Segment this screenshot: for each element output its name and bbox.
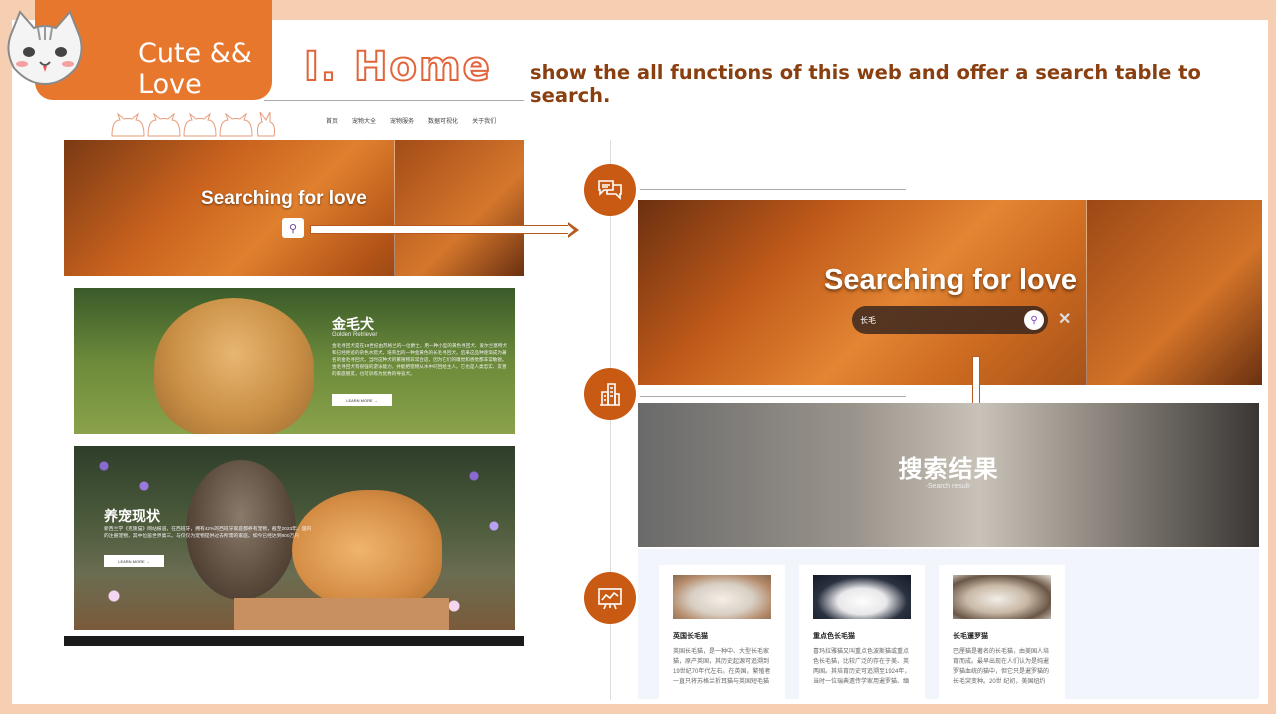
dog-image — [154, 298, 314, 434]
close-icon[interactable]: ✕ — [1058, 309, 1071, 329]
result-card[interactable]: 长毛暹罗猫 巴厘猫是著名的长毛猫，由美国人培育而成。最早出现在人们认为是纯暹罗猫… — [939, 565, 1065, 701]
search-hero-image-right — [1086, 200, 1262, 385]
search-input-value: 长毛 — [860, 316, 876, 325]
section-subtitle: show the all functions of this web and o… — [530, 61, 1201, 107]
pet-status-description: 新西兰学《克隆猫》网站报道，在西班牙，拥有42%的西班牙家庭都养有宠物，截至20… — [104, 527, 312, 539]
nav-item-home[interactable]: 首页 — [326, 116, 338, 125]
search-hero: Searching for love 长毛 ⚲ ✕ — [638, 200, 1262, 385]
divider-top — [640, 189, 906, 190]
dog-learn-more-button[interactable]: LEARN MORE → — [332, 394, 392, 406]
dog-card-subtitle: Golden Retriever — [332, 332, 378, 338]
buildings-icon — [584, 368, 636, 420]
search-submit-icon[interactable]: ⚲ — [1024, 310, 1044, 330]
nav-item-visualization[interactable]: 数据可视化 — [428, 116, 458, 125]
arrow-down-icon — [972, 356, 980, 408]
chart-board-icon — [584, 572, 636, 624]
badge-text: Cute && Love — [138, 38, 252, 100]
crate-image — [234, 598, 449, 630]
nav-item-about[interactable]: 关于我们 — [472, 116, 496, 125]
search-icon: ⚲ — [288, 222, 298, 235]
result-name: 重点色长毛猫 — [813, 633, 855, 640]
dog-card-description: 金毛寻回犬是在19世纪由苏格兰的一位爵士，用一种小型的黄色寻回犬、爱尔兰塞特犬和… — [332, 343, 508, 376]
arrow-head-inner — [568, 225, 574, 235]
result-description: 喜玛拉雅猫又叫重点色波斯猫或重点色长毛猫，比较广泛的存在于美、英两国。其培育历史… — [813, 649, 911, 685]
result-card[interactable]: 英国长毛猫 英国长毛猫，是一种中、大型长毛家猫，原产英国，其历史起源可追溯到19… — [659, 565, 785, 701]
search-input[interactable]: 长毛 ⚲ — [852, 306, 1048, 334]
footer-bar — [64, 636, 524, 646]
bunny-image — [292, 490, 442, 610]
pet-status-title: 养宠现状 — [104, 508, 160, 524]
result-image — [673, 575, 771, 619]
result-description: 英国长毛猫，是一种中、大型长毛家猫，原产英国，其历史起源可追溯到19世纪70年代… — [673, 649, 771, 685]
nav-divider — [264, 100, 524, 101]
search-hero-text: Searching for love — [824, 264, 1078, 296]
result-image — [953, 575, 1051, 619]
chat-icon — [584, 164, 636, 216]
pet-status-card: 养宠现状 新西兰学《克隆猫》网站报道，在西班牙，拥有42%的西班牙家庭都养有宠物… — [74, 446, 515, 630]
result-banner: 搜索结果 -Search result- — [638, 403, 1259, 547]
nav-item-pets[interactable]: 宠物大全 — [352, 116, 376, 125]
hero-text: Searching for love — [201, 188, 367, 209]
results-list: 英国长毛猫 英国长毛猫，是一种中、大型长毛家猫，原产英国，其历史起源可追溯到19… — [638, 549, 1259, 701]
result-name: 英国长毛猫 — [673, 633, 708, 640]
pet-status-learn-more-button[interactable]: LEARN MORE → — [104, 555, 164, 567]
result-subtitle: -Search result- — [925, 483, 972, 490]
dog-card: 金毛犬 Golden Retriever 金毛寻回犬是在19世纪由苏格兰的一位爵… — [74, 288, 515, 434]
home-page-preview: 首页 宠物大全 宠物服务 数据可视化 关于我们 Searching for lo… — [64, 100, 524, 646]
cat-logo-icon — [7, 10, 83, 86]
dog-card-title: 金毛犬 — [332, 316, 374, 332]
nav-item-services[interactable]: 宠物服务 — [390, 116, 414, 125]
nav-menu: 首页 宠物大全 宠物服务 数据可视化 关于我们 — [326, 116, 496, 125]
result-card[interactable]: 重点色长毛猫 喜玛拉雅猫又叫重点色波斯猫或重点色长毛猫，比较广泛的存在于美、英两… — [799, 565, 925, 701]
hero-banner: Searching for love ⚲ — [64, 140, 524, 276]
arrow-right-icon — [310, 225, 570, 234]
result-title: 搜索结果 — [898, 456, 999, 483]
result-image — [813, 575, 911, 619]
result-name: 长毛暹罗猫 — [953, 633, 988, 640]
section-title: I. Home — [303, 43, 492, 91]
divider-middle — [640, 396, 906, 397]
hero-image-right — [394, 140, 524, 276]
search-button[interactable]: ⚲ — [282, 218, 304, 238]
cats-banner-icon — [111, 112, 275, 137]
result-description: 巴厘猫是著名的长毛猫，由美国人培育而成。最早出现在人们认为是纯暹罗猫血统的猫中，… — [953, 649, 1050, 685]
